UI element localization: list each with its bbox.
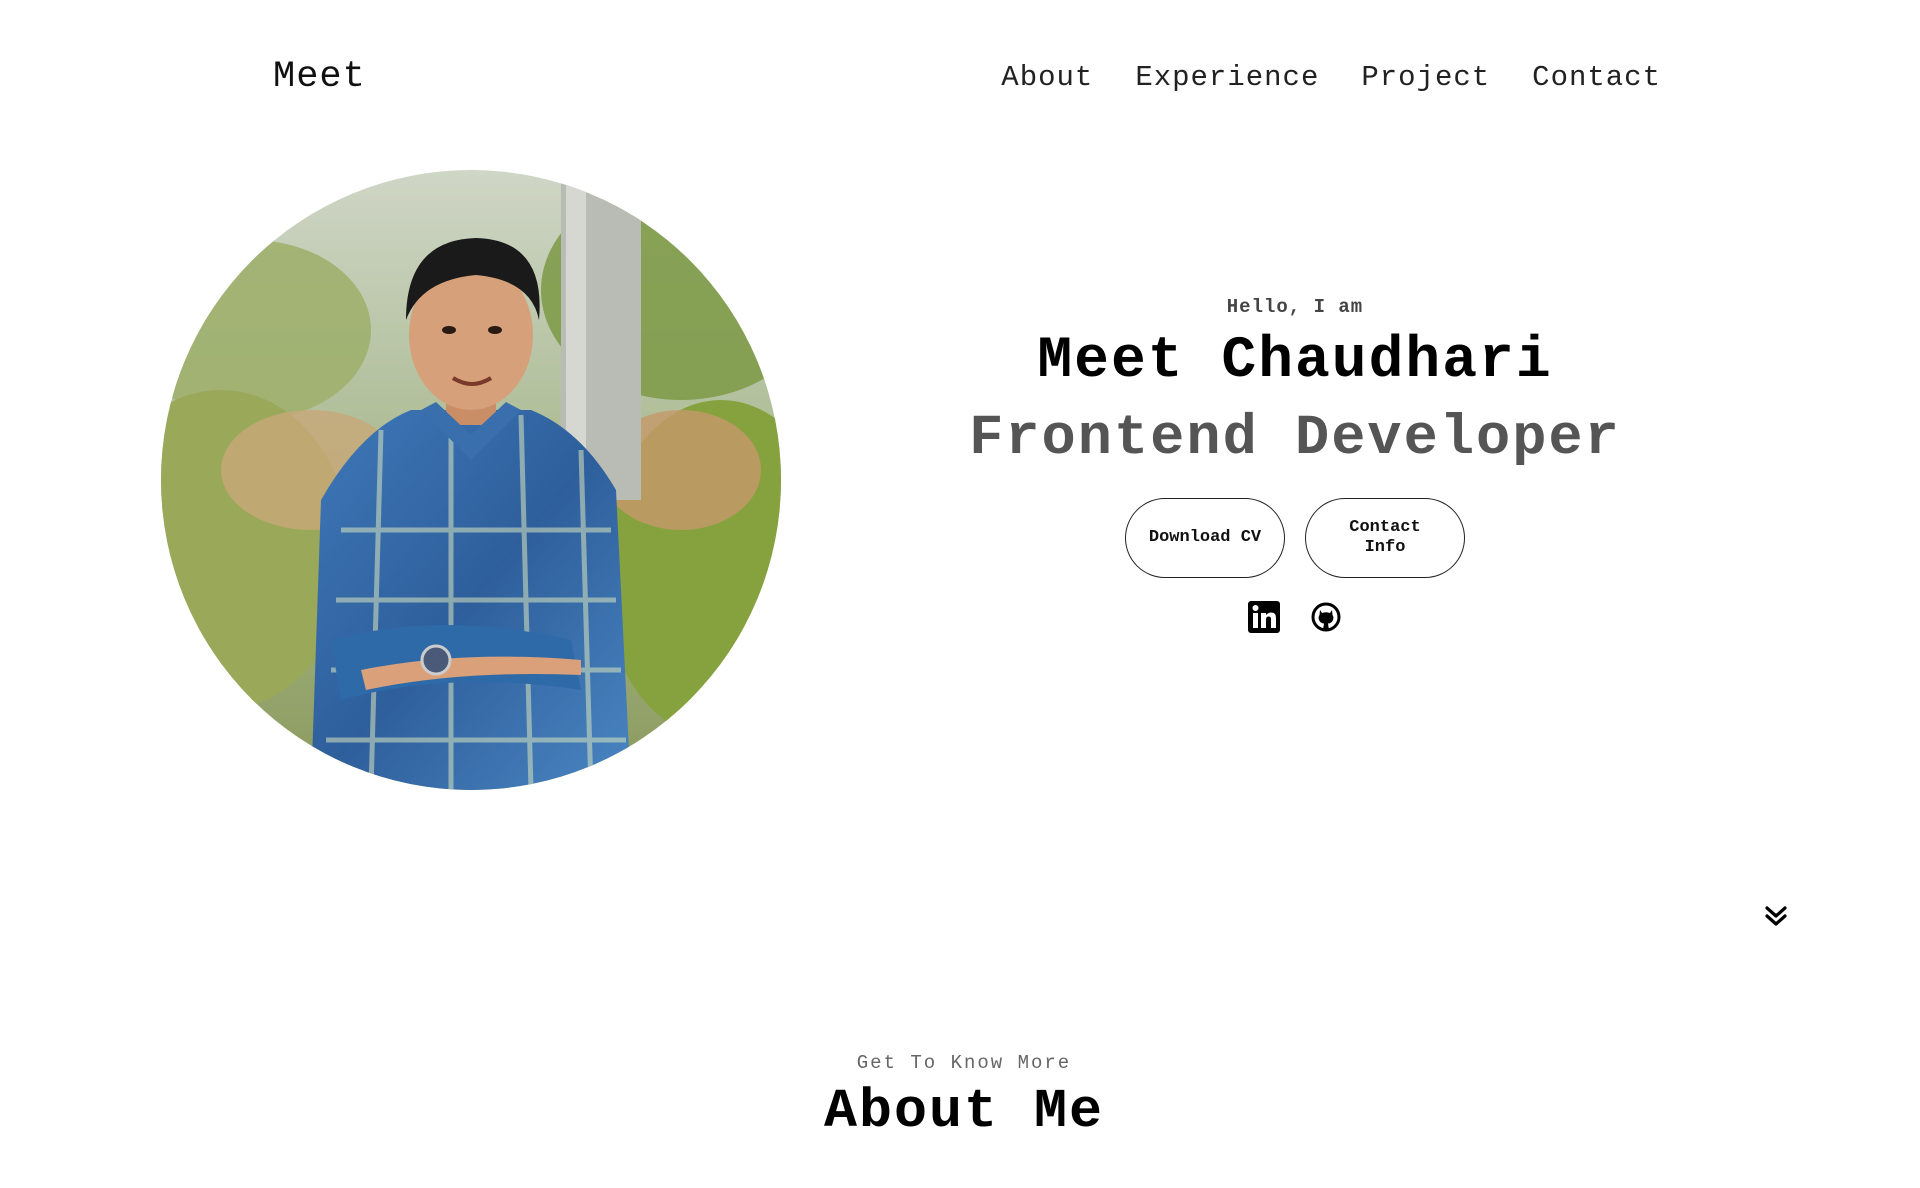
about-title: About Me <box>823 1080 1105 1143</box>
hero-name: Meet Chaudhari <box>1037 329 1553 394</box>
double-chevron-down-icon[interactable] <box>1762 902 1790 930</box>
nav-link-project[interactable]: Project <box>1361 61 1490 94</box>
contact-info-button[interactable]: Contact Info <box>1305 498 1465 578</box>
about-section-header: Get To Know More About Me <box>0 1052 1920 1144</box>
profile-photo-illustration <box>161 170 781 790</box>
nav-link-contact[interactable]: Contact <box>1532 61 1661 94</box>
nav-link-about[interactable]: About <box>1001 61 1093 94</box>
hero-role: Frontend Developer <box>969 407 1621 471</box>
profile-photo <box>161 170 781 790</box>
hero-greeting: Hello, I am <box>1226 296 1364 318</box>
linkedin-icon[interactable] <box>1247 600 1281 634</box>
download-cv-button[interactable]: Download CV <box>1125 498 1285 578</box>
site-logo[interactable]: Meet <box>273 56 366 98</box>
portfolio-page: Meet About Experience Project Contact He… <box>0 0 1920 1188</box>
main-nav: About Experience Project Contact <box>1001 61 1661 94</box>
hero-buttons: Download CV Contact Info <box>960 498 1630 578</box>
hero-section: Hello, I am Meet Chaudhari Frontend Deve… <box>960 296 1630 634</box>
github-icon[interactable] <box>1309 600 1343 634</box>
about-subtitle: Get To Know More <box>856 1052 1072 1074</box>
nav-link-experience[interactable]: Experience <box>1135 61 1319 94</box>
social-links <box>960 600 1630 634</box>
